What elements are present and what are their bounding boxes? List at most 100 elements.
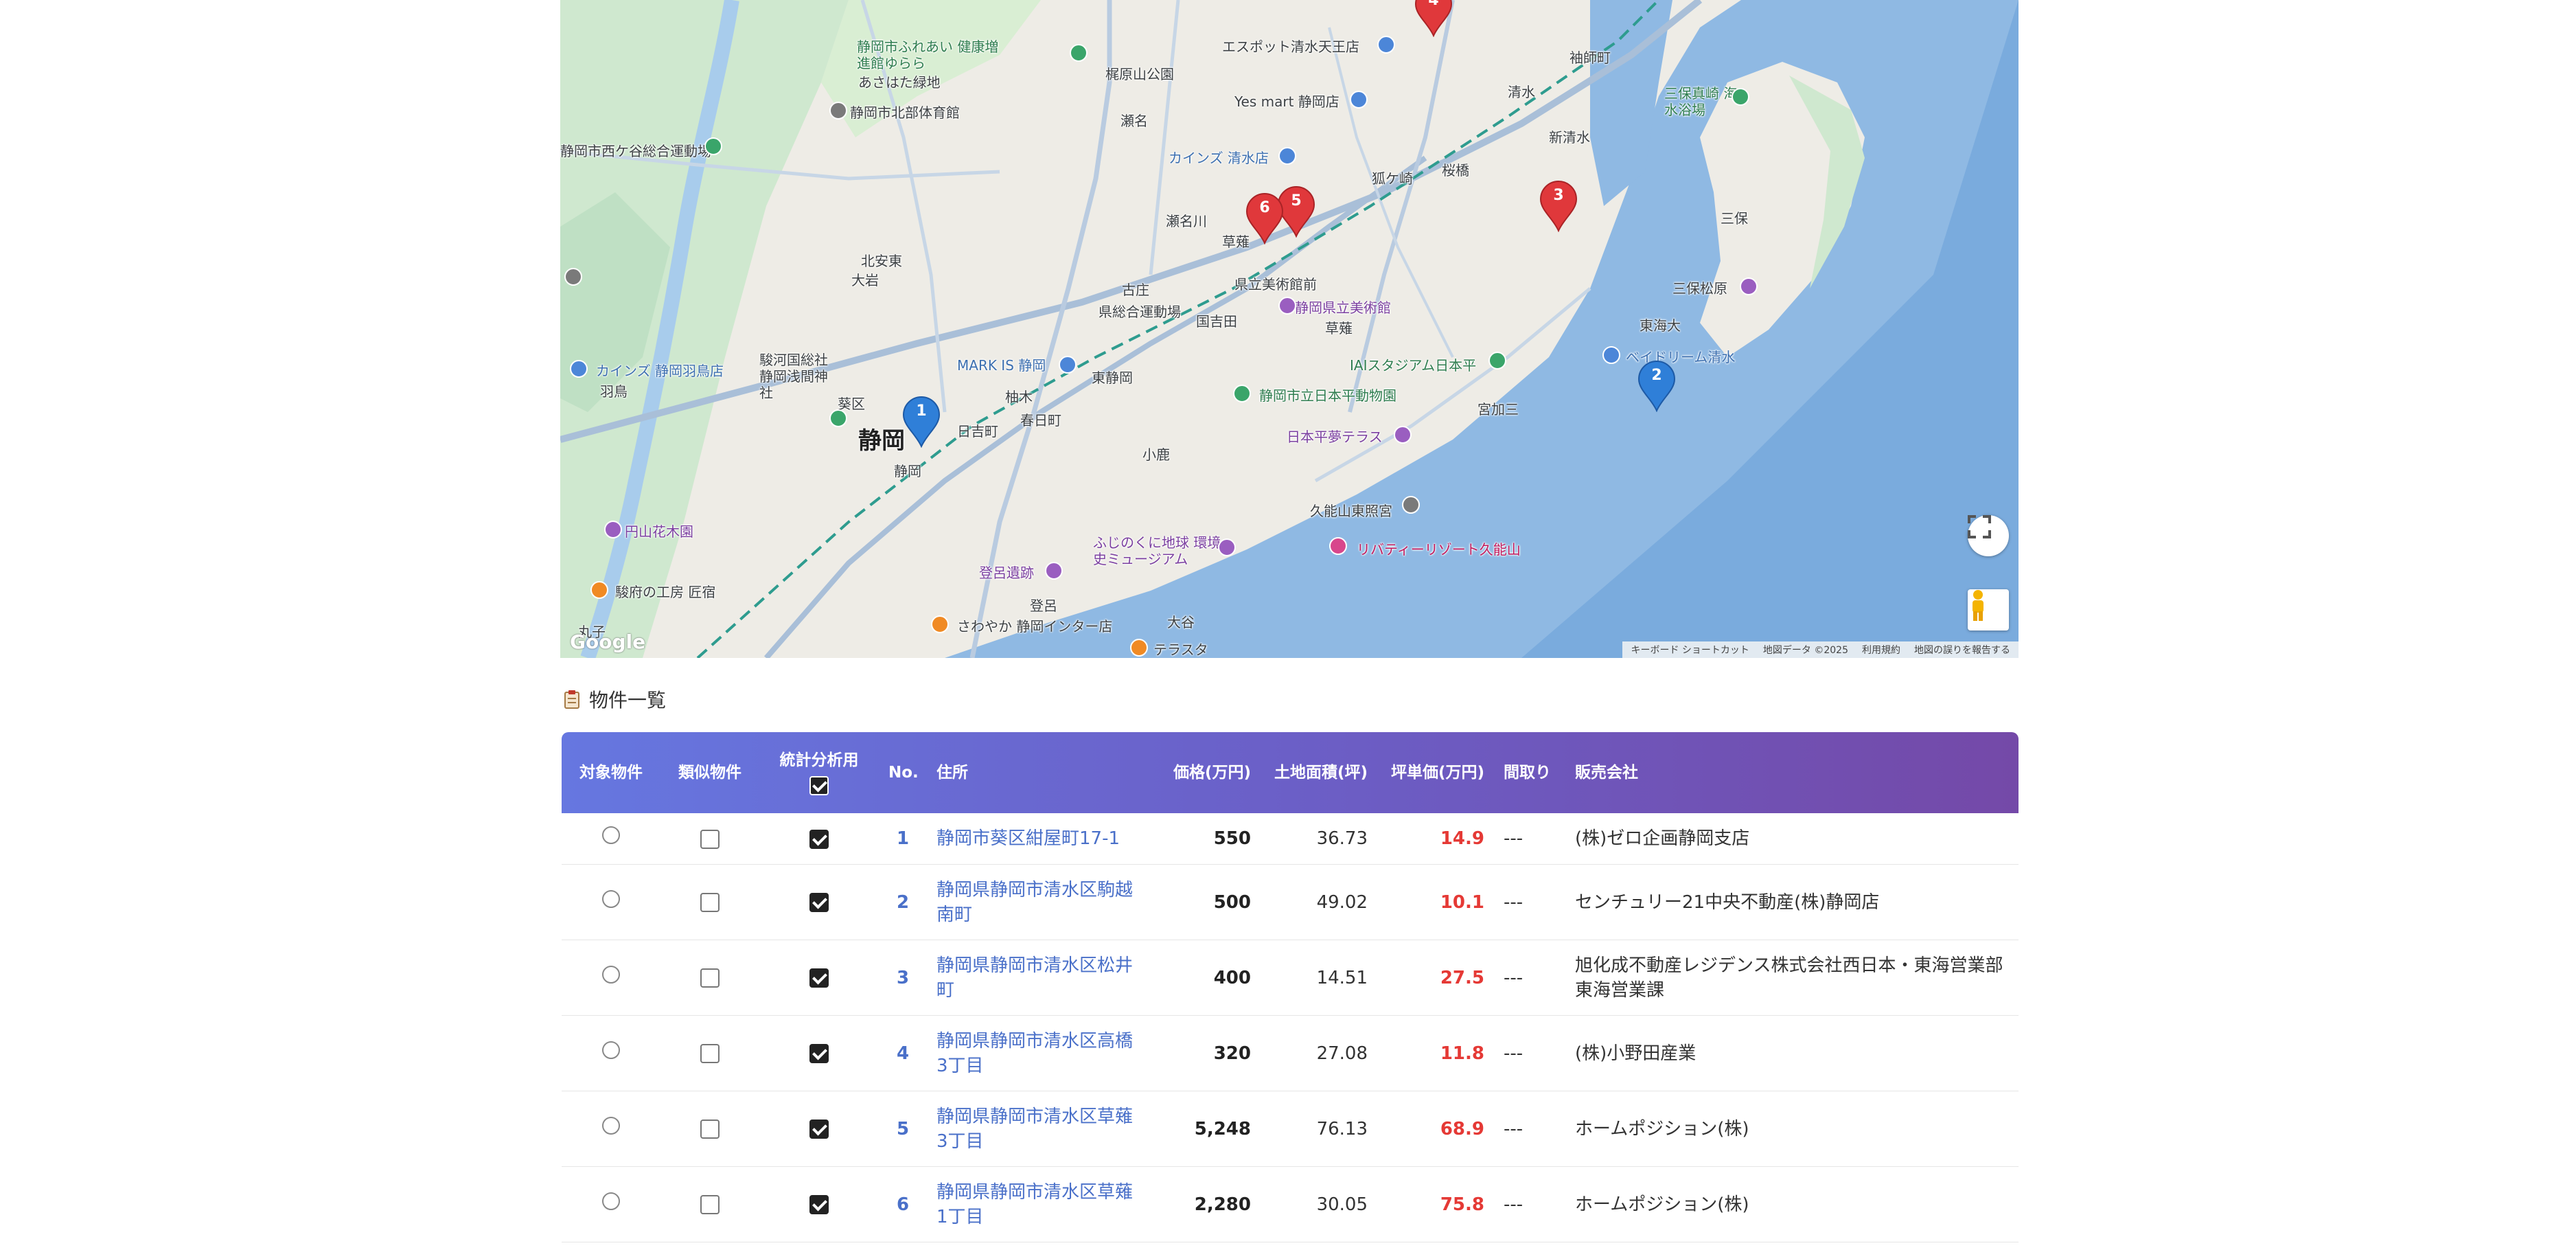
map-label-oiwa: 大岩 bbox=[851, 272, 879, 288]
stats-checkbox[interactable] bbox=[809, 1195, 829, 1214]
row-no: 5 bbox=[879, 1091, 927, 1167]
map-label-kunozan: 久能山東照宮 bbox=[1310, 503, 1392, 519]
col-stats-label: 統計分析用 bbox=[779, 751, 859, 769]
layout-cell: --- bbox=[1494, 940, 1565, 1016]
map-label-toro: 登呂遺跡 bbox=[979, 565, 1034, 581]
report-error-link[interactable]: 地図の誤りを報告する bbox=[1914, 643, 2010, 657]
col-stats: 統計分析用 bbox=[759, 732, 879, 813]
row-no: 4 bbox=[879, 1015, 927, 1091]
marker-label: 1 bbox=[916, 402, 927, 420]
map-label-espot: エスポット清水天王店 bbox=[1222, 38, 1359, 55]
col-area: 土地面積(坪) bbox=[1274, 764, 1368, 782]
address-link[interactable]: 静岡県静岡市清水区松井町 bbox=[927, 940, 1144, 1016]
target-radio[interactable] bbox=[602, 1041, 620, 1059]
beach-icon bbox=[1732, 88, 1749, 106]
map-label-station: 静岡 bbox=[894, 463, 921, 479]
col-address: 住所 bbox=[936, 764, 968, 782]
col-price: 価格(万円) bbox=[1173, 764, 1251, 782]
area-cell: 76.13 bbox=[1261, 1091, 1377, 1167]
map-footer: キーボード ショートカット 地図データ ©2025 利用規約 地図の誤りを報告す… bbox=[1622, 641, 2019, 658]
map-label-asahina: あさはた緑地 bbox=[858, 74, 941, 91]
property-marker[interactable]: 2 bbox=[1637, 360, 1676, 412]
map-label-kitaando: 北安東 bbox=[861, 253, 902, 269]
map-label-kensogo: 県総合運動場 bbox=[1099, 304, 1181, 320]
similar-checkbox[interactable] bbox=[700, 893, 720, 912]
row-no: 1 bbox=[879, 813, 927, 865]
map-label-enzan: 円山花木園 bbox=[625, 523, 693, 540]
map-label-mark-is: MARK IS 静岡 bbox=[957, 357, 1046, 374]
map-label-higashi-shizuoka: 東静岡 bbox=[1092, 370, 1133, 386]
map-label-zoo: 静岡市立日本平動物園 bbox=[1259, 387, 1396, 404]
map-label-tokaidai: 東海大 bbox=[1640, 317, 1681, 334]
similar-checkbox[interactable] bbox=[700, 1044, 720, 1063]
map-label-kains-habu: カインズ 静岡羽鳥店 bbox=[596, 363, 724, 379]
gym-icon bbox=[829, 102, 847, 120]
cart-icon bbox=[1350, 91, 1368, 109]
unit-price-cell: 27.5 bbox=[1377, 940, 1494, 1016]
address-link[interactable]: 静岡県静岡市清水区駒越南町 bbox=[927, 864, 1144, 940]
marker-label: 2 bbox=[1651, 367, 1662, 384]
map-label-kasugacho: 春日町 bbox=[1020, 412, 1061, 429]
area-cell: 36.73 bbox=[1261, 813, 1377, 865]
park-icon bbox=[829, 409, 847, 427]
keyboard-shortcuts-link[interactable]: キーボード ショートカット bbox=[1631, 643, 1749, 657]
unit-price-cell: 10.1 bbox=[1377, 864, 1494, 940]
stats-checkbox[interactable] bbox=[809, 1044, 829, 1063]
similar-checkbox[interactable] bbox=[700, 1120, 720, 1139]
property-marker[interactable]: 6 bbox=[1245, 192, 1284, 245]
map-label-shizuoka: 静岡 bbox=[858, 427, 905, 455]
map-label-sawayaka: さわやか 静岡インター店 bbox=[957, 618, 1113, 635]
table-row: 5 静岡県静岡市清水区草薙3丁目 5,248 76.13 68.9 --- ホー… bbox=[562, 1091, 2019, 1167]
map-label-oya: 大谷 bbox=[1167, 614, 1195, 630]
restaurant2-icon bbox=[1130, 639, 1148, 657]
similar-checkbox[interactable] bbox=[700, 968, 720, 988]
col-layout: 間取り bbox=[1504, 764, 1551, 782]
map-label-yoshida: 国吉田 bbox=[1196, 313, 1237, 330]
similar-checkbox[interactable] bbox=[700, 829, 720, 849]
col-target: 対象物件 bbox=[579, 764, 643, 782]
street-view-button[interactable] bbox=[1968, 589, 2009, 630]
target-radio[interactable] bbox=[602, 1192, 620, 1210]
address-link[interactable]: 静岡県静岡市清水区高橋3丁目 bbox=[927, 1015, 1144, 1091]
stats-checkbox[interactable] bbox=[809, 893, 829, 912]
property-marker[interactable]: 4 bbox=[1414, 0, 1453, 37]
map-label-maruko: 駿府の工房 匠宿 bbox=[615, 584, 716, 600]
map-label-hiyoshicho: 日吉町 bbox=[957, 423, 998, 440]
clipboard-icon bbox=[564, 690, 579, 709]
terms-link[interactable]: 利用規約 bbox=[1862, 643, 1900, 657]
shrine-icon bbox=[1402, 496, 1420, 514]
address-link[interactable]: 静岡県静岡市清水区草薙1丁目 bbox=[927, 1166, 1144, 1242]
property-marker[interactable]: 3 bbox=[1539, 180, 1578, 232]
target-radio[interactable] bbox=[602, 1116, 620, 1135]
fullscreen-button[interactable] bbox=[1968, 515, 2009, 556]
target-radio[interactable] bbox=[602, 889, 620, 908]
map-view[interactable]: 静岡 静岡 日吉町 春日町 葵区 北安東 大岩 東静岡 柚木 小鹿 草薙 草薙 … bbox=[560, 0, 2019, 658]
map-label-fujinokuni: ふじのくに地球 環境史ミュージアム bbox=[1093, 534, 1221, 567]
select-all-checkbox[interactable] bbox=[809, 775, 829, 795]
address-link[interactable]: 静岡市葵区紺屋町17-1 bbox=[927, 813, 1144, 865]
stats-checkbox[interactable] bbox=[809, 829, 829, 849]
price-cell: 500 bbox=[1144, 864, 1261, 940]
target-radio[interactable] bbox=[602, 965, 620, 984]
unit-price-cell: 75.8 bbox=[1377, 1166, 1494, 1242]
map-label-miho-kaisui: 三保真崎 海水浴場 bbox=[1664, 85, 1738, 118]
museum2-icon bbox=[1218, 538, 1236, 556]
price-cell: 5,248 bbox=[1144, 1091, 1261, 1167]
marker-label: 4 bbox=[1428, 0, 1439, 9]
row-no: 6 bbox=[879, 1166, 927, 1242]
layout-cell: --- bbox=[1494, 864, 1565, 940]
shopping-icon bbox=[1059, 356, 1077, 374]
property-marker[interactable]: 1 bbox=[902, 396, 941, 448]
company-cell: ホームポジション(株) bbox=[1565, 1166, 2019, 1242]
section-heading: 物件一覧 bbox=[564, 685, 666, 713]
map-label-senami2: 瀬名 bbox=[1120, 113, 1148, 129]
company-cell: (株)ゼロ企画静岡支店 bbox=[1565, 813, 2019, 865]
target-radio[interactable] bbox=[602, 826, 620, 844]
cart2-icon bbox=[1377, 36, 1395, 54]
price-cell: 400 bbox=[1144, 940, 1261, 1016]
address-link[interactable]: 静岡県静岡市清水区草薙3丁目 bbox=[927, 1091, 1144, 1167]
similar-checkbox[interactable] bbox=[700, 1195, 720, 1214]
map-label-miho-matsubara: 三保松原 bbox=[1672, 280, 1727, 297]
stats-checkbox[interactable] bbox=[809, 968, 829, 988]
stats-checkbox[interactable] bbox=[809, 1120, 829, 1139]
